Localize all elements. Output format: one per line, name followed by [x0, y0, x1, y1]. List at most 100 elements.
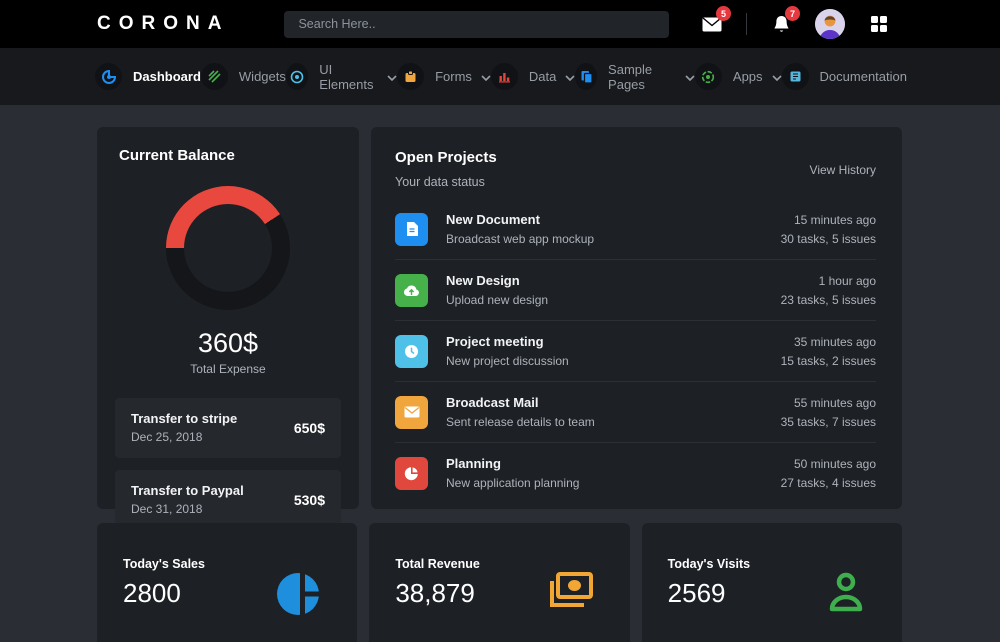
projects-list: New Document Broadcast web app mockup 15…: [395, 199, 876, 503]
project-meta: 23 tasks, 5 issues: [781, 293, 876, 307]
project-title: New Document: [446, 212, 594, 227]
todays-sales-card: Today's Sales 2800: [97, 523, 357, 642]
project-item[interactable]: Planning New application planning 50 min…: [395, 443, 876, 503]
data-chart-icon: [491, 63, 518, 90]
total-revenue-card: Total Revenue 38,879: [369, 523, 629, 642]
project-title: New Design: [446, 273, 548, 288]
person-icon: [826, 571, 866, 618]
transfer-amount: 530$: [294, 492, 325, 508]
project-meta: 35 tasks, 7 issues: [781, 415, 876, 429]
project-time: 15 minutes ago: [781, 213, 876, 227]
header-divider: [746, 13, 747, 35]
project-title: Broadcast Mail: [446, 395, 595, 410]
total-expense-amount: 360$: [115, 328, 341, 359]
money-icon: [546, 571, 594, 614]
chevron-down-icon: [387, 75, 397, 81]
corona-logo[interactable]: CORONA: [97, 13, 229, 35]
nav-label: Widgets: [239, 69, 286, 84]
grid-icon: [871, 16, 888, 33]
project-meta: 27 tasks, 4 issues: [781, 476, 876, 490]
stat-title: Today's Visits: [668, 557, 750, 571]
top-header: CORONA 5 7: [0, 0, 1000, 48]
transfer-row[interactable]: Transfer to Paypal Dec 31, 2018 530$: [115, 470, 341, 530]
project-time: 35 minutes ago: [781, 335, 876, 349]
balance-card-title: Current Balance: [115, 147, 341, 164]
main-content: Current Balance 360$ Total Expense Trans…: [0, 105, 1000, 642]
avatar-image: [815, 9, 845, 39]
chevron-down-icon: [565, 75, 575, 81]
nav-label: Forms: [435, 69, 472, 84]
nav-label: Dashboard: [133, 69, 201, 84]
clock-icon: [395, 335, 428, 368]
project-meta: 30 tasks, 5 issues: [781, 232, 876, 246]
chevron-down-icon: [685, 75, 695, 81]
project-item[interactable]: Broadcast Mail Sent release details to t…: [395, 382, 876, 443]
project-meta: 15 tasks, 2 issues: [781, 354, 876, 368]
notifications-button[interactable]: 7: [768, 11, 794, 37]
nav-label: Apps: [733, 69, 763, 84]
project-desc: Upload new design: [446, 293, 548, 307]
open-projects-card: Open Projects Your data status View Hist…: [371, 127, 902, 509]
current-balance-card: Current Balance 360$ Total Expense Trans…: [97, 127, 359, 509]
cloud-upload-icon: [395, 274, 428, 307]
balance-donut-chart: [166, 186, 290, 310]
header-actions: 5 7: [699, 9, 962, 39]
stat-value: 38,879: [395, 578, 480, 609]
nav-item-apps[interactable]: Apps: [695, 63, 782, 90]
stat-title: Total Revenue: [395, 557, 480, 571]
stat-value: 2800: [123, 578, 205, 609]
transfer-date: Dec 25, 2018: [131, 430, 237, 444]
document-icon: [395, 213, 428, 246]
project-time: 1 hour ago: [781, 274, 876, 288]
transfer-title: Transfer to Paypal: [131, 483, 244, 498]
chevron-down-icon: [481, 75, 491, 81]
nav-item-data[interactable]: Data: [491, 63, 575, 90]
nav-label: UI Elements: [319, 62, 378, 92]
todays-visits-card: Today's Visits 2569: [642, 523, 902, 642]
nav-item-documentation[interactable]: Documentation: [782, 63, 907, 90]
nav-item-dashboard[interactable]: Dashboard: [95, 63, 201, 90]
project-title: Project meeting: [446, 334, 569, 349]
mail-badge: 5: [716, 6, 731, 21]
speedometer-icon: [95, 63, 122, 90]
project-time: 50 minutes ago: [781, 457, 876, 471]
nav-label: Data: [529, 69, 556, 84]
nav-item-sample-pages[interactable]: Sample Pages: [575, 62, 695, 92]
stat-title: Today's Sales: [123, 557, 205, 571]
pages-icon: [575, 63, 597, 90]
nav-label: Sample Pages: [608, 62, 676, 92]
main-navbar: Dashboard Widgets UI Elements: [0, 48, 1000, 105]
project-desc: Broadcast web app mockup: [446, 232, 594, 246]
project-item[interactable]: Project meeting New project discussion 3…: [395, 321, 876, 382]
view-history-link[interactable]: View History: [810, 163, 876, 177]
project-time: 55 minutes ago: [781, 396, 876, 410]
documentation-icon: [782, 63, 809, 90]
ui-elements-icon: [286, 63, 308, 90]
nav-item-forms[interactable]: Forms: [397, 63, 491, 90]
pie-chart-icon: [395, 457, 428, 490]
nav-label: Documentation: [820, 69, 907, 84]
widgets-icon: [201, 63, 228, 90]
nav-item-ui-elements[interactable]: UI Elements: [286, 62, 397, 92]
apps-grid-button[interactable]: [866, 11, 892, 37]
search-input[interactable]: [284, 11, 669, 38]
transfers-list: Transfer to stripe Dec 25, 2018 650$ Tra…: [115, 398, 341, 530]
project-desc: New project discussion: [446, 354, 569, 368]
transfer-date: Dec 31, 2018: [131, 502, 244, 516]
transfer-row[interactable]: Transfer to stripe Dec 25, 2018 650$: [115, 398, 341, 458]
avatar[interactable]: [815, 9, 845, 39]
apps-icon: [695, 63, 722, 90]
transfer-title: Transfer to stripe: [131, 411, 237, 426]
sales-pie-chart-icon: [275, 571, 321, 622]
total-expense-label: Total Expense: [115, 362, 341, 376]
mail-button[interactable]: 5: [699, 11, 725, 37]
project-item[interactable]: New Document Broadcast web app mockup 15…: [395, 199, 876, 260]
notifications-badge: 7: [785, 6, 800, 21]
nav-item-widgets[interactable]: Widgets: [201, 63, 286, 90]
project-desc: New application planning: [446, 476, 579, 490]
search-bar: [284, 11, 669, 38]
transfer-amount: 650$: [294, 420, 325, 436]
project-item[interactable]: New Design Upload new design 1 hour ago …: [395, 260, 876, 321]
project-desc: Sent release details to team: [446, 415, 595, 429]
forms-icon: [397, 63, 424, 90]
